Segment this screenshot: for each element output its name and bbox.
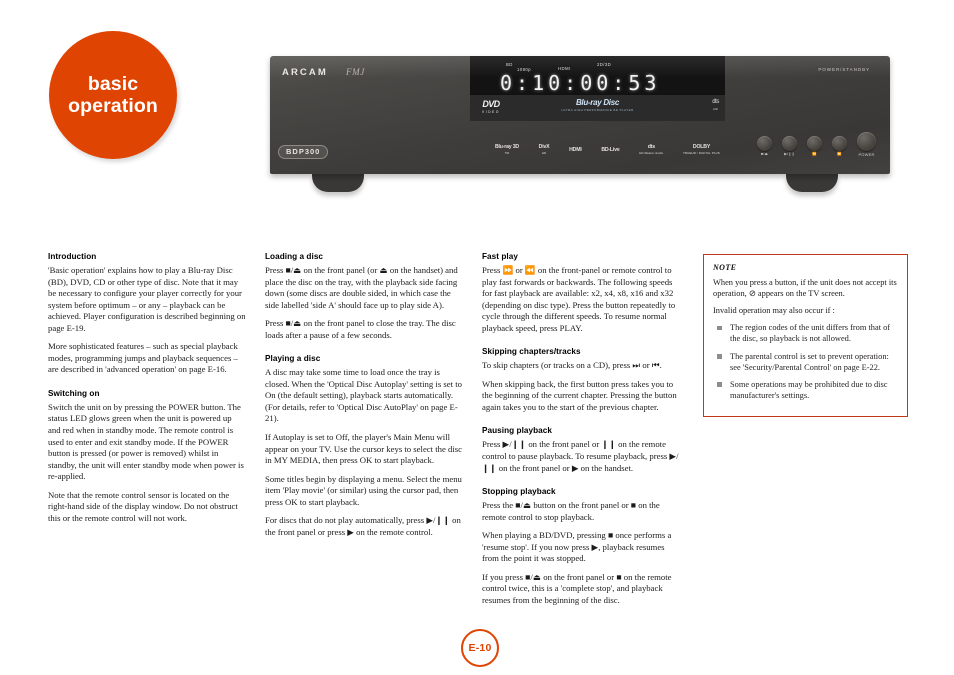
display-time-readout: 0:10:00:53 (500, 71, 661, 95)
logo-dts-sub: HD Master Audio (639, 151, 664, 155)
dvd-logo-title: DVD (482, 99, 500, 109)
logo-divx-sub: HD (541, 151, 547, 155)
fast-forward-button[interactable]: ⏩ (832, 136, 847, 156)
fast-forward-button-label: ⏩ (837, 152, 842, 156)
device-foot-left (312, 174, 364, 192)
note-title: NOTE (713, 263, 737, 272)
para-introduction-1: 'Basic operation' explains how to play a… (48, 265, 246, 333)
power-button[interactable]: POWER (857, 132, 876, 157)
stop-eject-button-label: ■/⏏ (760, 152, 769, 156)
logo-hdmi: HDMI (569, 147, 582, 154)
rewind-button[interactable]: ⏪ (807, 136, 822, 156)
indicator-2d3d: 2D/3D (597, 62, 612, 67)
para-switching-on-1: Switch the unit on by pressing the POWER… (48, 401, 244, 482)
logo-bd-live-name: BD-Live (601, 147, 620, 154)
logo-blu-ray-3d-sub: TM (504, 151, 510, 155)
device-display-window: BD 1080p HDMI 2D/3D 0:10:00:53 DVD VIDEO… (470, 56, 725, 121)
note-bullet-item: Some operations may be prohibited due to… (713, 379, 898, 401)
para-playing-1: A disc may take some time to load once t… (265, 367, 462, 424)
device-brand-logo: ARCAM (282, 67, 328, 78)
para-skipping-1: To skip chapters (or tracks on a CD), pr… (482, 360, 662, 371)
para-pausing-1: Press ▶/❙❙ on the front panel or ❙❙ on t… (482, 439, 679, 473)
para-stopping-3: If you press ■/⏏ on the front panel or ■… (482, 571, 672, 605)
manual-page: basic operation ARCAM FMJ BDP300 POWER/S… (0, 0, 954, 675)
heading-introduction: Introduction (48, 252, 97, 261)
page-number-badge: E-10 (461, 629, 499, 667)
para-loading-2: Press ■/⏏ on the front panel to close th… (265, 318, 456, 340)
dts-logo-title: dts (712, 99, 719, 105)
heading-skipping-chapters: Skipping chapters/tracks (482, 347, 581, 357)
logo-bd-live: BD-Live (601, 147, 620, 154)
note-paragraph-1: When you press a button, if the unit doe… (713, 278, 897, 299)
para-introduction-2: More sophisticated features – such as sp… (48, 341, 238, 375)
column-one: Introduction 'Basic operation' explains … (48, 252, 246, 531)
note-paragraph-2: Invalid operation may also occur if : (713, 306, 835, 316)
note-bullet-item: The parental control is set to prevent o… (713, 351, 898, 373)
dts-hd-logo: dts HD (712, 99, 719, 113)
heading-fast-play: Fast play (482, 252, 518, 261)
disc-format-strip: DVD VIDEO Blu-ray Disc ULTRA HIGH PERFOR… (470, 94, 725, 121)
para-playing-2: If Autoplay is set to Off, the player's … (265, 432, 463, 466)
chapter-title-bubble: basic operation (49, 31, 177, 159)
para-skipping-2: When skipping back, the first button pre… (482, 378, 677, 412)
logo-dts-name: dts (647, 144, 655, 151)
logo-hdmi-name: HDMI (569, 147, 582, 154)
play-pause-button[interactable]: ▶/❙❙ (782, 136, 797, 156)
para-stopping-1: Press the ■/⏏ button on the front panel … (482, 500, 660, 522)
indicator-bd: BD (506, 62, 513, 67)
logo-divx: DivX HD (539, 145, 550, 156)
chapter-title-line1: basic (87, 73, 139, 95)
column-three: Fast play Press ⏩ or ⏪ on the front-pane… (482, 252, 680, 613)
dvd-video-logo: DVD VIDEO (482, 99, 500, 114)
para-playing-3: Some titles begin by displaying a menu. … (265, 473, 462, 507)
device-sub-brand-logo: FMJ (346, 67, 365, 77)
play-pause-button-label: ▶/❙❙ (784, 152, 795, 156)
bluray-logo-sub: ULTRA HIGH PERFORMANCE BD PLAYER (561, 108, 634, 112)
para-playing-4: For discs that do not play automatically… (265, 515, 461, 537)
logo-dolby: DOLBY TRUEHD / DIGITAL PLUS (683, 145, 720, 156)
para-stopping-2: When playing a BD/DVD, pressing ■ once p… (482, 530, 672, 564)
chapter-title-line2: operation (68, 95, 158, 117)
format-logo-row: Blu-ray 3D TM DivX HD HDMI BD-Live dts H… (495, 144, 720, 158)
note-box: NOTE When you press a button, if the uni… (703, 254, 908, 417)
para-loading-1: Press ■/⏏ on the front panel (or ⏏ on th… (265, 265, 458, 310)
heading-switching-on: Switching on (48, 388, 100, 398)
power-standby-label: POWER/STANDBY (818, 67, 870, 72)
power-button-label: POWER (858, 152, 875, 157)
logo-dolby-name: DOLBY (692, 144, 711, 151)
heading-stopping-playback: Stopping playback (482, 487, 556, 497)
heading-pausing-playback: Pausing playback (482, 426, 552, 436)
note-bullet-item: The region codes of the unit differs fro… (713, 322, 898, 344)
heading-playing-a-disc: Playing a disc (265, 354, 321, 364)
front-panel-button-row: ■/⏏ ▶/❙❙ ⏪ ⏩ POWER (757, 132, 876, 157)
device-photo: ARCAM FMJ BDP300 POWER/STANDBY BD 1080p … (270, 56, 890, 198)
heading-loading-a-disc: Loading a disc (265, 252, 324, 261)
logo-dolby-sub: TRUEHD / DIGITAL PLUS (683, 151, 720, 155)
logo-divx-name: DivX (538, 144, 550, 151)
rewind-button-label: ⏪ (812, 152, 817, 156)
logo-blu-ray-3d-name: Blu-ray 3D (495, 144, 519, 151)
dvd-logo-sub: VIDEO (482, 110, 500, 114)
blu-ray-disc-logo: Blu-ray Disc ULTRA HIGH PERFORMANCE BD P… (561, 98, 633, 112)
bluray-logo-title: Blu-ray Disc (575, 98, 620, 107)
device-foot-right (786, 174, 838, 192)
para-switching-on-2: Note that the remote control sensor is l… (48, 489, 238, 523)
device-front-panel: ARCAM FMJ BDP300 POWER/STANDBY BD 1080p … (270, 56, 890, 174)
para-fast-play-1: Press ⏩ or ⏪ on the front-panel or remot… (482, 265, 676, 333)
device-model-badge: BDP300 (278, 145, 329, 159)
logo-dts: dts HD Master Audio (639, 145, 663, 156)
logo-blu-ray-3d: Blu-ray 3D TM (495, 145, 519, 156)
dts-logo-sub: HD (713, 107, 718, 111)
note-bullet-list: The region codes of the unit differs fro… (713, 322, 898, 401)
column-two: Loading a disc Press ■/⏏ on the front pa… (265, 252, 463, 545)
stop-eject-button[interactable]: ■/⏏ (757, 136, 772, 156)
